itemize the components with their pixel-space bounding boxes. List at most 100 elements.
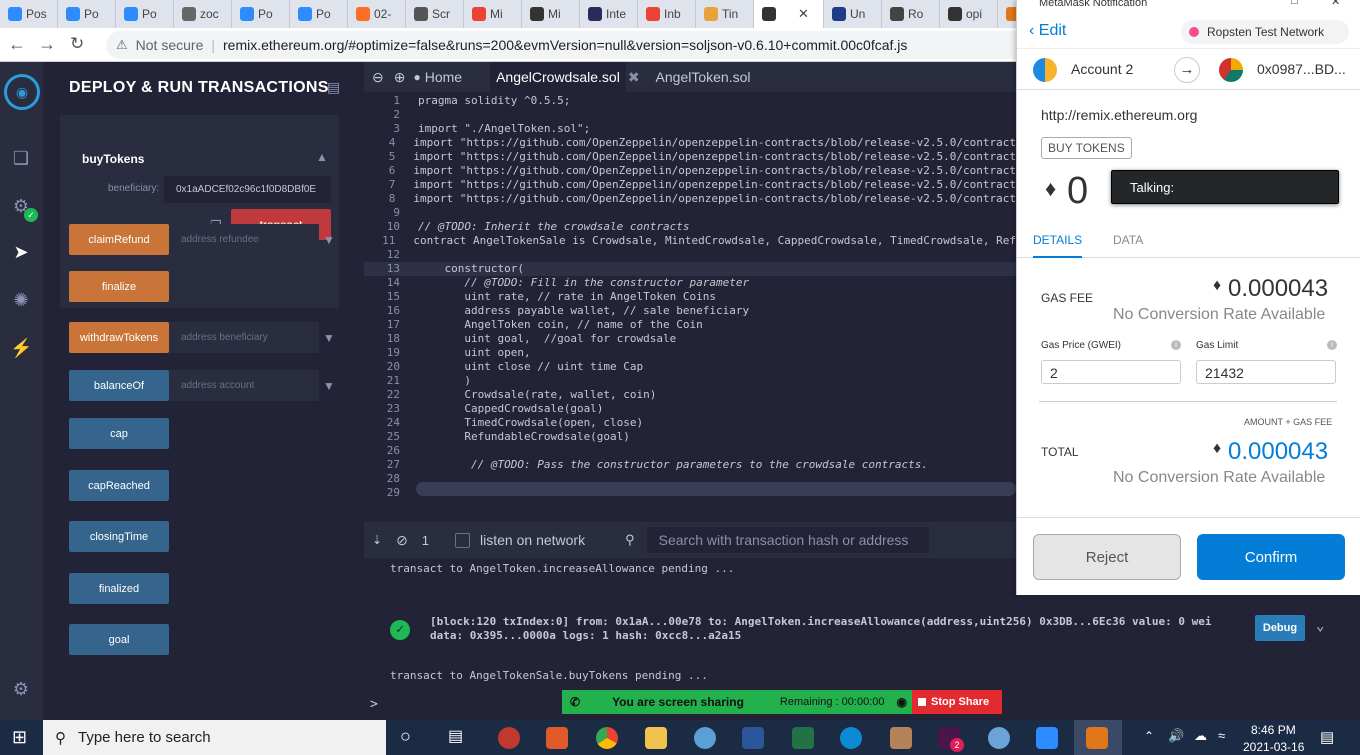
browser-tab[interactable]: Ro bbox=[882, 0, 940, 28]
function-input[interactable]: address beneficiary bbox=[169, 322, 319, 353]
browser-tab[interactable]: Tin bbox=[696, 0, 754, 28]
horizontal-scrollbar[interactable] bbox=[416, 482, 1016, 496]
browser-tab[interactable]: Scr bbox=[406, 0, 464, 28]
zoom-in-icon[interactable]: ⊕ bbox=[394, 69, 406, 86]
listen-checkbox[interactable] bbox=[455, 532, 471, 548]
reload-icon[interactable]: ↻ bbox=[70, 34, 84, 54]
browser-tab[interactable]: ✕ bbox=[754, 0, 824, 28]
collapse-icon[interactable]: ▲ bbox=[316, 150, 328, 164]
app-icon[interactable] bbox=[890, 727, 912, 749]
zoom-out-icon[interactable]: ⊖ bbox=[372, 69, 384, 86]
close-window-icon[interactable]: ✕ bbox=[1331, 0, 1340, 8]
deploy-run-icon[interactable]: ➤ bbox=[10, 242, 32, 264]
browser-tab[interactable]: Mi bbox=[464, 0, 522, 28]
debugger-icon[interactable]: ✺ bbox=[10, 290, 32, 312]
tab-data[interactable]: DATA bbox=[1113, 233, 1143, 247]
volume-icon[interactable]: 🔊 bbox=[1168, 728, 1184, 744]
function-button[interactable]: withdrawTokens bbox=[69, 322, 169, 353]
browser-tab[interactable]: Po bbox=[290, 0, 348, 28]
maximize-icon[interactable]: □ bbox=[1291, 0, 1298, 7]
browser-tab[interactable]: Po bbox=[58, 0, 116, 28]
file-explorer-icon[interactable] bbox=[645, 727, 667, 749]
browser-tab[interactable]: opi bbox=[940, 0, 998, 28]
tab-details[interactable]: DETAILS bbox=[1033, 233, 1083, 258]
browser-tab[interactable]: Inte bbox=[580, 0, 638, 28]
confirm-button[interactable]: Confirm bbox=[1197, 534, 1345, 580]
reject-button[interactable]: Reject bbox=[1033, 534, 1181, 580]
function-button[interactable]: balanceOf bbox=[69, 370, 169, 401]
clock-date[interactable]: 2021-03-16 bbox=[1243, 740, 1304, 754]
taskbar-search[interactable]: ⚲ Type here to search bbox=[43, 720, 386, 755]
function-button[interactable]: goal bbox=[69, 624, 169, 655]
function-button[interactable]: finalize bbox=[69, 271, 169, 302]
app-icon[interactable] bbox=[498, 727, 520, 749]
browser-tab[interactable]: Un bbox=[824, 0, 882, 28]
info-icon[interactable]: i bbox=[1171, 340, 1181, 350]
word-icon[interactable] bbox=[742, 727, 764, 749]
terminal-search-input[interactable]: Search with transaction hash or address bbox=[646, 527, 929, 553]
function-button[interactable]: capReached bbox=[69, 470, 169, 501]
chrome-icon[interactable] bbox=[596, 727, 618, 749]
tx-line-1[interactable]: [block:120 txIndex:0] from: 0x1aA...00e7… bbox=[430, 615, 1211, 628]
function-button[interactable]: claimRefund bbox=[69, 224, 169, 255]
file-explorer-icon[interactable]: ❏ bbox=[10, 148, 32, 170]
expand-tx-icon[interactable]: ⌄ bbox=[1316, 618, 1324, 634]
forward-icon[interactable]: → bbox=[38, 34, 56, 55]
windows-start-icon[interactable]: ⊞ bbox=[12, 727, 27, 748]
tray-chevron-icon[interactable]: ⌃ bbox=[1144, 729, 1154, 743]
cloud-icon[interactable]: ☁ bbox=[1194, 728, 1207, 744]
clock-time[interactable]: 8:46 PM bbox=[1251, 723, 1296, 737]
app-icon[interactable] bbox=[546, 727, 568, 749]
network-selector[interactable]: Ropsten Test Network bbox=[1181, 20, 1349, 44]
browser-tab[interactable]: Po bbox=[232, 0, 290, 28]
edit-link[interactable]: ‹ Edit bbox=[1029, 22, 1066, 40]
wifi-icon[interactable]: ≈ bbox=[1218, 728, 1225, 743]
url-field[interactable]: ⚠ Not secure | remix.ethereum.org/#optim… bbox=[106, 31, 1036, 59]
browser-tab[interactable]: 02- bbox=[348, 0, 406, 28]
notification-center-icon[interactable]: ▤ bbox=[1320, 728, 1334, 746]
expand-icon[interactable]: ▼ bbox=[319, 322, 339, 353]
browser-tab[interactable]: Po bbox=[116, 0, 174, 28]
browser-tab[interactable]: Mi bbox=[522, 0, 580, 28]
tab-home[interactable]: Home bbox=[425, 69, 462, 85]
clear-icon[interactable]: ⊘ bbox=[396, 532, 408, 549]
task-view-icon[interactable]: ▤ bbox=[448, 726, 463, 746]
edge-icon[interactable] bbox=[840, 727, 862, 749]
zoom-icon[interactable] bbox=[1036, 727, 1058, 749]
gas-price-input[interactable]: 2 bbox=[1041, 360, 1181, 384]
tab-angel-token[interactable]: AngelToken.sol bbox=[656, 69, 751, 85]
remix-logo-icon[interactable]: ◉ bbox=[4, 74, 40, 110]
cortana-icon[interactable]: ○ bbox=[400, 726, 411, 747]
expand-icon[interactable]: ▼ bbox=[319, 224, 339, 255]
function-button[interactable]: finalized bbox=[69, 573, 169, 604]
debug-button[interactable]: Debug bbox=[1255, 615, 1305, 641]
excel-icon[interactable] bbox=[792, 727, 814, 749]
metamask-icon[interactable] bbox=[1086, 727, 1108, 749]
line-number: 2 bbox=[393, 108, 400, 121]
settings-icon[interactable]: ⚙ bbox=[10, 679, 32, 701]
function-button[interactable]: cap bbox=[69, 418, 169, 449]
function-input[interactable]: address refundee bbox=[169, 224, 319, 255]
info-icon[interactable]: i bbox=[1327, 340, 1337, 350]
function-input[interactable]: address account bbox=[169, 370, 319, 401]
close-tab-icon[interactable]: ✖ bbox=[628, 69, 640, 86]
stop-share-button[interactable]: Stop Share bbox=[912, 690, 1002, 714]
browser-tab[interactable]: Pos bbox=[0, 0, 58, 28]
app-icon[interactable] bbox=[988, 727, 1010, 749]
function-button[interactable]: closingTime bbox=[69, 521, 169, 552]
collapse-terminal-icon[interactable]: ⇣ bbox=[372, 533, 382, 547]
tx-line-2[interactable]: data: 0x395...0000a logs: 1 hash: 0xcc8.… bbox=[430, 629, 741, 642]
beneficiary-input[interactable]: 0x1aADCEf02c96c1f0D8DBf0E bbox=[164, 176, 331, 203]
back-icon[interactable]: ← bbox=[8, 34, 26, 55]
terminal-prompt[interactable]: > bbox=[370, 697, 378, 712]
app-icon[interactable] bbox=[694, 727, 716, 749]
browser-tab[interactable]: zoc bbox=[174, 0, 232, 28]
code-lines[interactable]: 1 pragma solidity ^0.5.5; 2 3 import "./Ange… bbox=[364, 94, 1016, 500]
close-tab-icon[interactable]: ✕ bbox=[798, 6, 809, 22]
expand-icon[interactable]: ▼ bbox=[319, 370, 339, 401]
plugin-icon[interactable]: ⚡ bbox=[10, 338, 32, 360]
tab-angel-crowdsale[interactable]: AngelCrowdsale.sol bbox=[490, 62, 626, 92]
gas-limit-input[interactable]: 21432 bbox=[1196, 360, 1336, 384]
docs-icon[interactable]: ▤ bbox=[327, 79, 340, 96]
browser-tab[interactable]: Inb bbox=[638, 0, 696, 28]
